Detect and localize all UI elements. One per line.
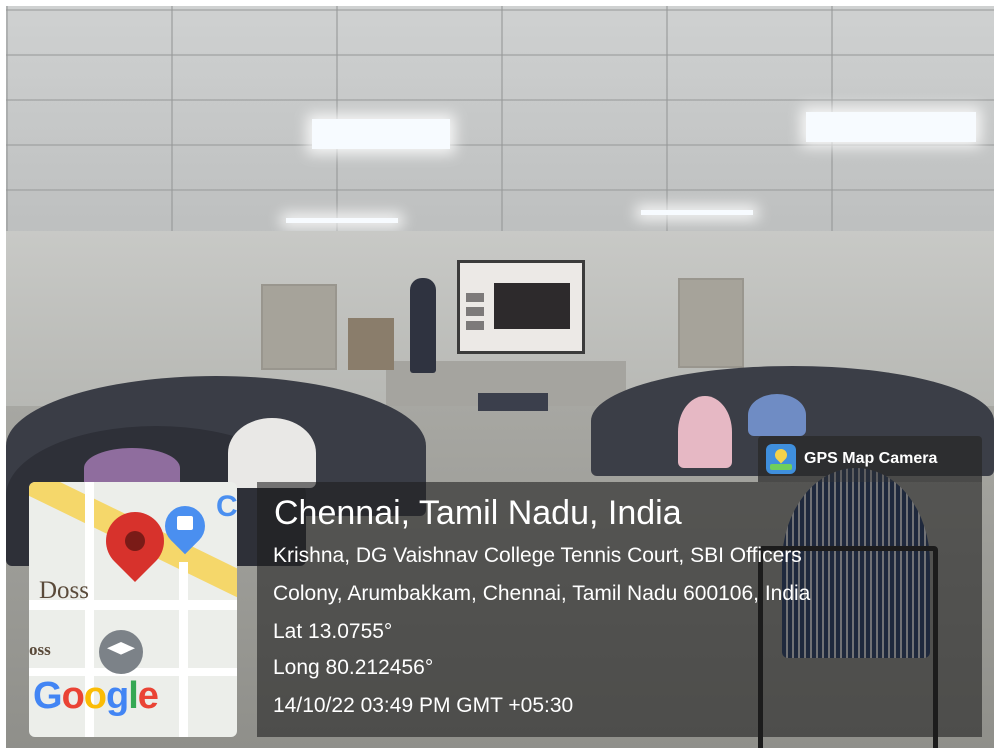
location-info-panel: Chennai, Tamil Nadu, India Krishna, DG V… — [257, 482, 982, 737]
speaker — [410, 278, 436, 373]
map-label-c: C — [216, 490, 237, 523]
map-label-oss: oss — [29, 640, 51, 659]
ceiling-light — [312, 119, 450, 149]
map-thumbnail: Doss oss C Google — [29, 482, 237, 737]
slide-thumbnail — [466, 321, 484, 330]
pin-glyph — [772, 446, 790, 464]
slide-thumbnail — [466, 307, 484, 316]
door — [678, 278, 744, 368]
timestamp: 14/10/22 03:49 PM GMT +05:30 — [273, 694, 574, 717]
ceiling-light — [806, 112, 976, 142]
presentation-slide — [494, 283, 570, 329]
student-white-shirt — [228, 418, 316, 488]
shopping-bag-glyph — [177, 516, 193, 530]
map-label-doss: Doss — [39, 577, 90, 604]
location-pin-dot — [125, 531, 145, 551]
student-blue-shirt — [748, 394, 806, 436]
bench — [478, 393, 548, 411]
slide-thumbnail — [466, 293, 484, 302]
ceiling-light — [286, 218, 398, 223]
ceiling-light — [641, 210, 753, 215]
photo-frame: GPS Map Camera Doss oss C Google Chennai… — [0, 0, 997, 753]
city-title: Chennai, Tamil Nadu, India — [274, 494, 682, 532]
gps-map-camera-badge: GPS Map Camera — [758, 436, 982, 482]
map-road — [179, 562, 188, 737]
ground-glyph — [770, 464, 792, 470]
latitude: Lat 13.0755° — [273, 620, 393, 643]
student-pink-shirt — [678, 396, 732, 468]
projector-screen — [457, 260, 585, 354]
badge-label: GPS Map Camera — [804, 450, 938, 467]
podium — [348, 318, 394, 370]
address-line-1: Krishna, DG Vaishnav College Tennis Cour… — [273, 544, 802, 567]
google-logo: Google — [33, 675, 159, 717]
address-line-2: Colony, Arumbakkam, Chennai, Tamil Nadu … — [273, 582, 811, 605]
door — [261, 284, 337, 370]
gps-map-camera-icon — [766, 444, 796, 474]
longitude: Long 80.212456° — [273, 656, 434, 679]
